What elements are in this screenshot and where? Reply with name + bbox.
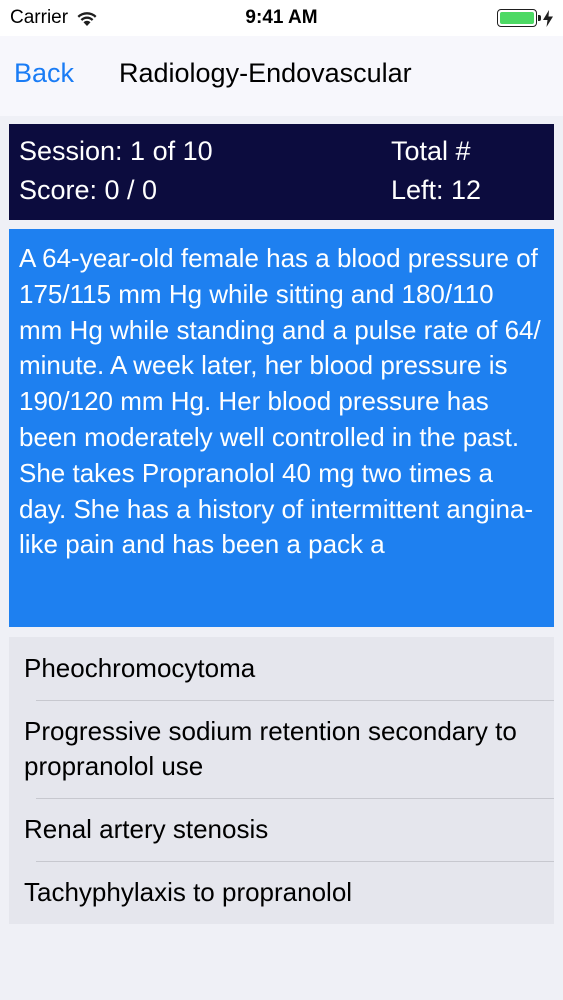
answer-option[interactable]: Renal artery stenosis: [9, 798, 554, 861]
clock: 9:41 AM: [245, 7, 318, 28]
answer-list: Pheochromocytoma Progressive sodium rete…: [9, 637, 554, 924]
answer-label: Renal artery stenosis: [24, 814, 269, 844]
answer-label: Pheochromocytoma: [24, 653, 256, 683]
page-title: Radiology-Endovascular: [119, 58, 412, 88]
battery-level: [500, 12, 534, 24]
score-label: Score: 0 / 0: [19, 175, 158, 205]
navigation-bar: Back Radiology-Endovascular: [0, 36, 563, 116]
question-text: A 64-year-old female has a blood pressur…: [19, 243, 541, 560]
left-count: Left: 12: [391, 175, 482, 205]
session-counter: Session: 1 of 10: [19, 136, 213, 166]
charging-bolt-icon: [543, 9, 553, 27]
answer-label: Progressive sodium retention secondary t…: [24, 716, 517, 781]
battery-full-icon: [497, 9, 541, 27]
total-label: Total #: [391, 136, 471, 166]
status-bar: Carrier 9:41 AM: [0, 0, 563, 36]
status-right: [497, 9, 553, 27]
session-panel: Session: 1 of 10 Score: 0 / 0 Total # Le…: [9, 124, 554, 220]
question-box[interactable]: A 64-year-old female has a blood pressur…: [9, 229, 554, 627]
back-button[interactable]: Back: [14, 58, 74, 89]
answer-option[interactable]: Progressive sodium retention secondary t…: [9, 700, 554, 798]
answer-option[interactable]: Tachyphylaxis to propranolol: [9, 861, 554, 924]
battery-tip: [538, 15, 541, 21]
answer-label: Tachyphylaxis to propranolol: [24, 877, 353, 907]
answer-option[interactable]: Pheochromocytoma: [9, 637, 554, 700]
